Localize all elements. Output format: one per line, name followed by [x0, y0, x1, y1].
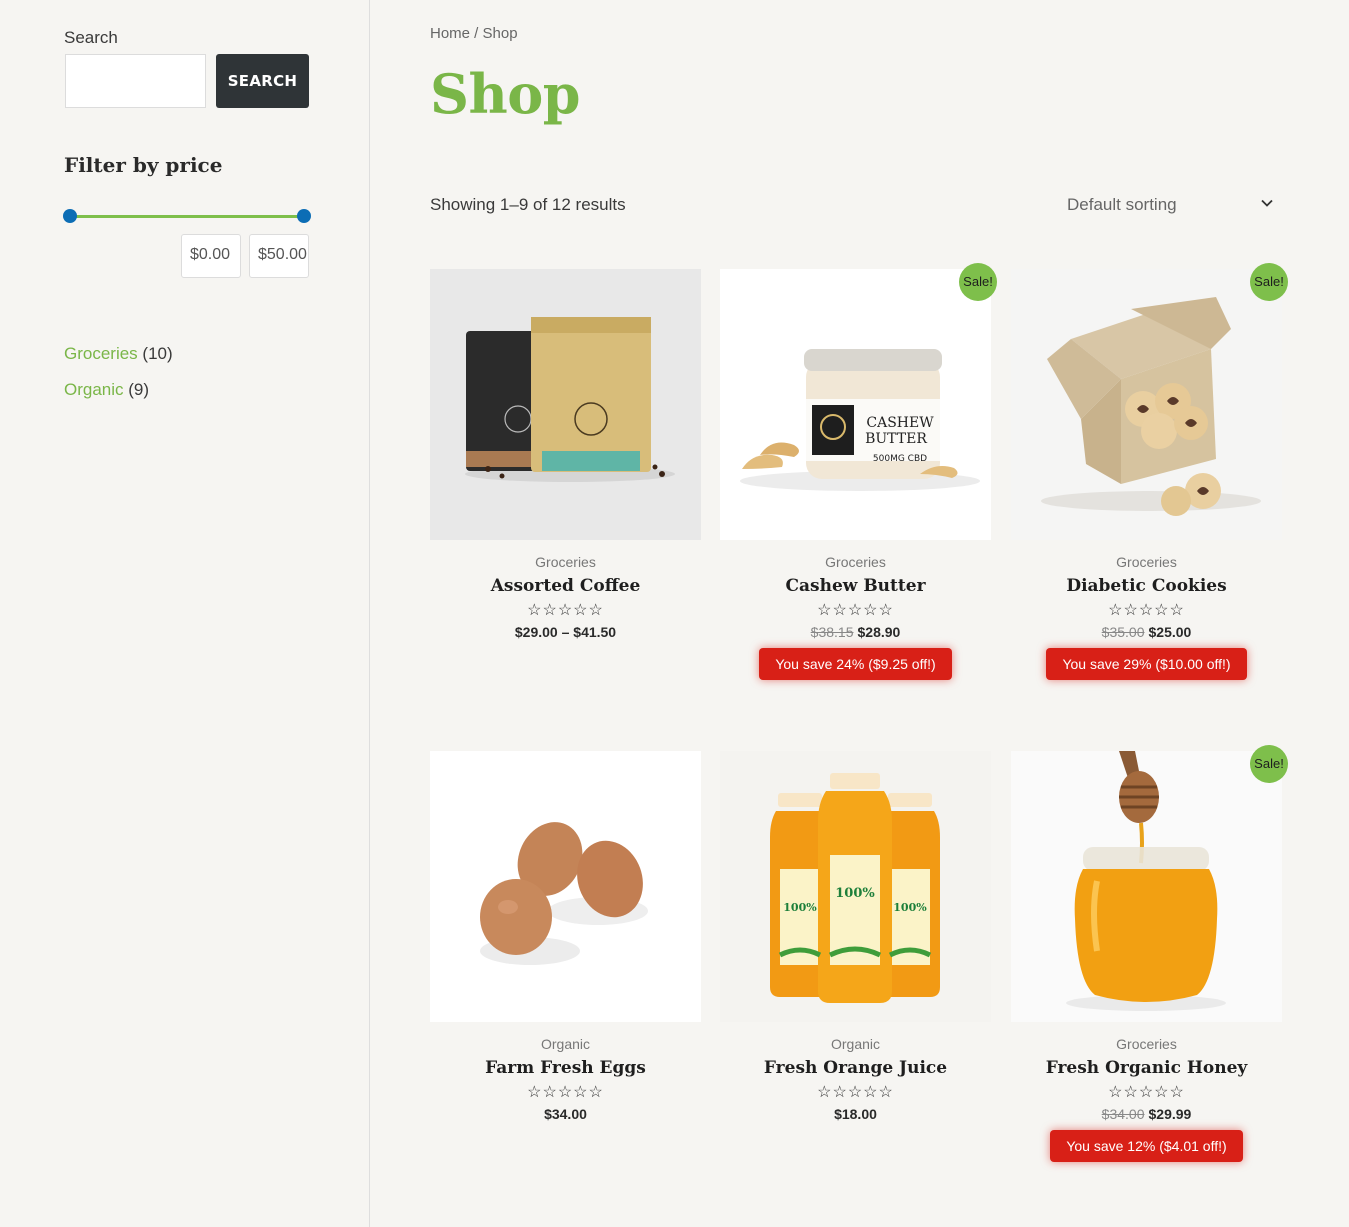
product-category[interactable]: Organic [430, 1036, 701, 1052]
product-name[interactable]: Farm Fresh Eggs [430, 1058, 701, 1078]
search-input[interactable] [65, 54, 206, 108]
chevron-down-icon [1261, 199, 1273, 207]
current-price: $34.00 [544, 1106, 587, 1122]
product-category[interactable]: Groceries [1011, 1036, 1282, 1052]
product-image[interactable] [1011, 751, 1282, 1022]
sale-price: $28.90 [857, 624, 901, 640]
product-price: $29.00 – $41.50 [430, 624, 701, 640]
svg-text:CASHEW: CASHEW [866, 415, 934, 431]
price-min-field[interactable]: $0.00 [181, 234, 241, 278]
sidebar-divider [369, 22, 370, 1227]
sale-badge: Sale! [959, 263, 997, 301]
svg-text:500MG CBD: 500MG CBD [873, 454, 927, 464]
product-name[interactable]: Fresh Orange Juice [720, 1058, 991, 1078]
sale-badge: Sale! [1250, 745, 1288, 783]
search-label: Search [64, 28, 118, 47]
product-name[interactable]: Assorted Coffee [430, 576, 701, 596]
savings-badge: You save 29% ($10.00 off!) [1046, 648, 1247, 680]
product-card[interactable]: Groceries Assorted Coffee ☆☆☆☆☆ $29.00 –… [430, 269, 701, 640]
product-image[interactable] [1011, 269, 1282, 540]
price-slider-max-handle[interactable] [297, 209, 311, 223]
product-category[interactable]: Groceries [430, 554, 701, 570]
star-rating-icon: ☆☆☆☆☆ [527, 1084, 604, 1101]
category-link-groceries[interactable]: Groceries [64, 344, 138, 363]
product-price: $38.15 $28.90 [720, 624, 991, 640]
product-price: $18.00 [720, 1106, 991, 1122]
product-card[interactable]: 100% 100% 100% Organic Fresh Orange Juic… [720, 751, 991, 1122]
product-category[interactable]: Organic [720, 1036, 991, 1052]
category-item: Groceries (10) [64, 343, 173, 379]
product-image[interactable] [430, 751, 701, 1022]
regular-price: $34.00 [1101, 1106, 1145, 1122]
price-slider-min-handle[interactable] [63, 209, 77, 223]
product-price: $34.00 $29.99 [1011, 1106, 1282, 1122]
current-price: $18.00 [834, 1106, 877, 1122]
svg-text:100%: 100% [835, 886, 875, 901]
svg-text:100%: 100% [783, 901, 817, 914]
product-category[interactable]: Groceries [720, 554, 991, 570]
breadcrumb[interactable]: Home / Shop [430, 25, 518, 42]
sorting-value: Default sorting [1067, 195, 1177, 214]
sale-price: $29.99 [1148, 1106, 1192, 1122]
product-card[interactable]: Sale! Groceries Diabetic Cookies ☆☆☆☆☆ $… [1011, 263, 1288, 680]
search-button[interactable]: SEARCH [216, 54, 309, 108]
category-link-organic[interactable]: Organic [64, 380, 124, 399]
sidebar [0, 0, 370, 1227]
product-price: $34.00 [430, 1106, 701, 1122]
filter-by-price-title: Filter by price [64, 153, 223, 177]
product-image[interactable]: 100% 100% 100% [720, 751, 991, 1022]
regular-price: $38.15 [810, 624, 854, 640]
product-image[interactable] [430, 269, 701, 540]
product-price: $35.00 $25.00 [1011, 624, 1282, 640]
product-name[interactable]: Diabetic Cookies [1011, 576, 1282, 596]
regular-price: $35.00 [1101, 624, 1145, 640]
product-name[interactable]: Fresh Organic Honey [1011, 1058, 1282, 1078]
sorting-select[interactable]: Default sorting [1055, 187, 1285, 223]
product-card[interactable]: Sale! Groceries Fresh Organic Honey ☆☆☆☆… [1011, 745, 1288, 1162]
star-rating-icon: ☆☆☆☆☆ [1108, 1084, 1185, 1101]
star-rating-icon: ☆☆☆☆☆ [817, 602, 894, 619]
svg-text:BUTTER: BUTTER [865, 431, 927, 447]
category-count: (9) [128, 380, 150, 399]
savings-badge: You save 24% ($9.25 off!) [759, 648, 952, 680]
product-name[interactable]: Cashew Butter [720, 576, 991, 596]
product-card[interactable]: Sale! CASHEW BUTTER 500MG CBD Groceries … [720, 263, 997, 680]
result-count: Showing 1–9 of 12 results [430, 195, 626, 214]
category-item: Organic (9) [64, 379, 173, 415]
price-max-field[interactable]: $50.00 [249, 234, 309, 278]
sale-price: $25.00 [1148, 624, 1192, 640]
current-price: $29.00 – $41.50 [514, 624, 617, 640]
category-count: (10) [142, 344, 173, 363]
product-card[interactable]: Organic Farm Fresh Eggs ☆☆☆☆☆ $34.00 [430, 751, 701, 1122]
savings-badge: You save 12% ($4.01 off!) [1050, 1130, 1243, 1162]
product-category[interactable]: Groceries [1011, 554, 1282, 570]
star-rating-icon: ☆☆☆☆☆ [817, 1084, 894, 1101]
price-slider-track[interactable] [70, 215, 304, 218]
sale-badge: Sale! [1250, 263, 1288, 301]
star-rating-icon: ☆☆☆☆☆ [527, 602, 604, 619]
star-rating-icon: ☆☆☆☆☆ [1108, 602, 1185, 619]
category-list: Groceries (10) Organic (9) [64, 343, 173, 415]
product-image[interactable]: CASHEW BUTTER 500MG CBD [720, 269, 991, 540]
page-title: Shop [430, 62, 581, 126]
svg-text:100%: 100% [893, 901, 927, 914]
